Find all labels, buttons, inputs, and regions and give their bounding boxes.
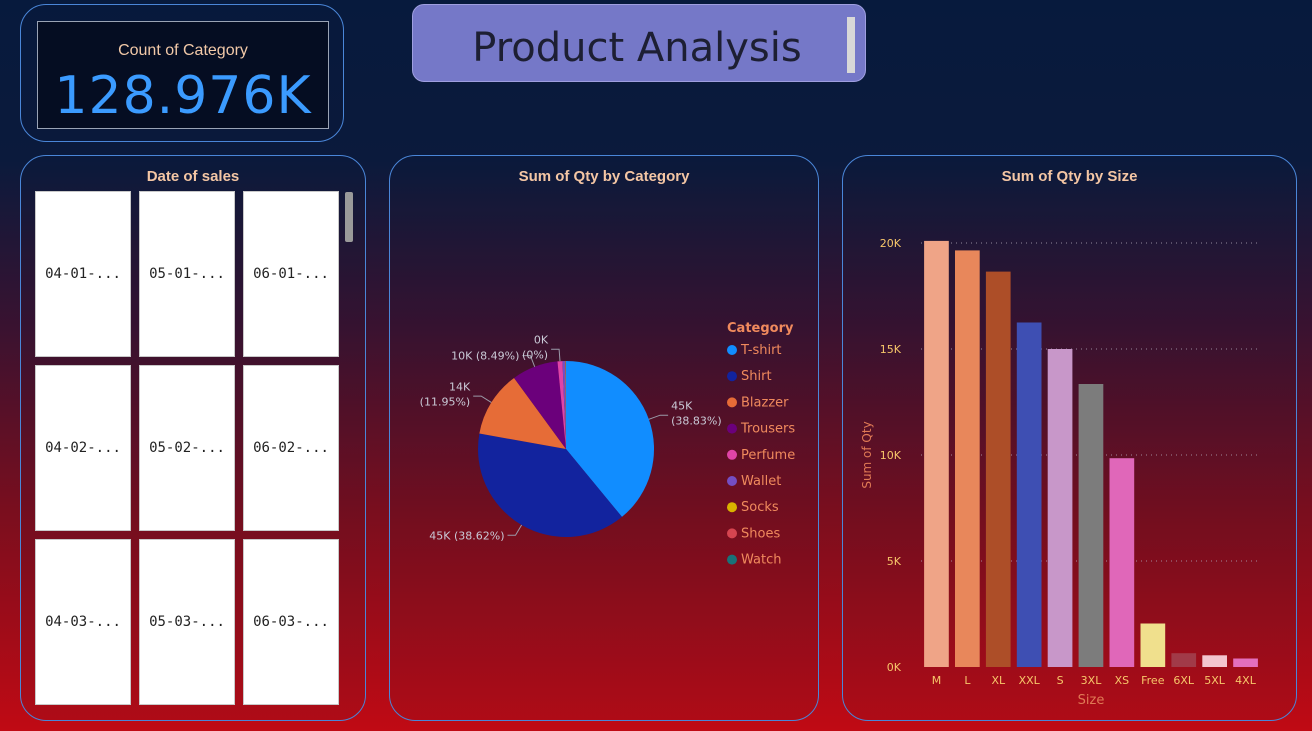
bar-4xl [1233,658,1258,667]
bar-l [955,250,980,667]
date-tile[interactable]: 05-01-... [139,191,235,357]
pie-chart: 45K (38.83%) 45K (38.62%) 14K (11.95%) 10K (8… [420,321,796,568]
kpi-frame: Count of Category 128.976K [37,21,329,129]
pie-data-label-text: (11.95%) [420,396,471,409]
date-tile-grid: 04-01-... 05-01-... 06-01-... 04-02-... … [35,191,339,707]
legend-label: Trousers [740,422,795,437]
x-tick-label: M [932,674,942,687]
bar-m [924,240,949,667]
legend-swatch [727,397,737,408]
pie-data-label-text: 45K [671,400,693,413]
x-tick-label: XL [991,674,1006,687]
legend-item-perfume: Perfume [727,448,795,463]
pie-data-label-shirt: 45K (38.62%) [429,524,523,542]
legend-label: Shirt [741,369,772,384]
kpi-value: 128.976K [54,66,312,126]
legend-swatch [727,502,737,513]
legend-item-shirt: Shirt [727,369,772,384]
x-tick-label: 4XL [1235,674,1257,687]
legend-swatch [727,476,737,486]
date-tile[interactable]: 06-03-... [243,539,339,705]
pie-legend-title: Category [727,321,794,336]
y-tick-label: 10K [880,449,902,462]
legend-swatch [727,554,737,565]
legend-label: Blazzer [741,395,789,410]
legend-label: Perfume [741,448,795,463]
pie-leader-line [551,348,561,362]
y-tick-label: 5K [887,555,902,568]
pie-leader-line [507,524,523,536]
x-tick-label: 3XL [1081,674,1103,687]
date-tile[interactable]: 06-01-... [243,191,339,357]
legend-item-blazzer: Blazzer [727,395,789,410]
kpi-label: Count of Category [118,42,248,59]
legend-item-wallet: Wallet [727,474,781,489]
pie-data-label-text: 14K [449,381,471,394]
legend-item-watch: Watch [727,553,781,568]
legend-label: Shoes [741,526,780,541]
pie-chart-card: Sum of Qty by Category 45K (38.83%) 45K (3… [389,155,819,721]
y-tick-label: 15K [880,343,902,356]
page-title: Product Analysis [472,25,802,71]
pie-data-label-blazzer: 14K (11.95%) [420,381,492,409]
legend-item-shoes: Shoes [727,526,780,541]
date-tile[interactable]: 04-03-... [35,539,131,705]
legend-swatch [727,371,737,382]
pie-data-label-text: 0K [534,334,549,347]
x-tick-label: 6XL [1173,674,1195,687]
bar-chart: 0K 5K 10K 15K 20K Sum of Qty M L XL XXL S 3XL XS Free… [860,237,1261,708]
date-slicer-card: Date of sales 04-01-... 05-01-... 06-01-… [20,155,366,721]
y-axis-label: Sum of Qty [860,421,874,488]
bar-free [1140,623,1166,667]
pie-data-label-text: (38.83%) [671,415,722,428]
date-tile[interactable]: 05-02-... [139,365,235,531]
title-scrollbar[interactable] [847,17,855,73]
bar-chart-card: Sum of Qty by Size 0K 5K 10K 15K 20K Sum of Q… [842,155,1297,721]
y-tick-label: 20K [880,237,902,250]
y-tick-label: 0K [887,661,902,674]
page-title-box: Product Analysis [412,4,866,82]
bar-xs [1109,458,1135,667]
legend-swatch [727,528,737,539]
x-tick-label: S [1057,674,1064,687]
bar-xl [985,271,1011,667]
x-tick-label: Free [1141,674,1165,687]
legend-swatch [727,345,737,355]
pie-data-label-t-shirt: 45K (38.83%) [648,400,722,428]
legend-item-trousers: Trousers [727,422,795,437]
date-tile[interactable]: 05-03-... [139,539,235,705]
kpi-card: Count of Category 128.976K [20,4,344,142]
x-tick-label: XXL [1019,674,1041,687]
legend-swatch [727,423,737,434]
legend-label: Wallet [741,474,781,489]
date-slicer-scrollbar[interactable] [345,192,353,242]
date-tile[interactable]: 06-02-... [243,365,339,531]
pie-data-label-perfume: 0K (0%) [522,334,561,362]
x-axis-label: Size [1078,693,1105,708]
bar-6xl [1171,653,1197,667]
legend-item-t-shirt: T-shirt [727,343,782,358]
bar-xxl [1016,322,1042,667]
date-tile[interactable]: 04-02-... [35,365,131,531]
legend-item-socks: Socks [727,500,779,515]
bar-3xl [1078,384,1104,667]
pie-data-label-text: 45K (38.62%) [429,529,504,542]
pie-leader-line [473,395,492,403]
legend-label: T-shirt [740,343,782,358]
legend-swatch [727,449,737,460]
x-tick-label: L [964,674,971,687]
date-slicer-title: Date of sales [146,168,240,185]
legend-label: Watch [741,553,781,568]
bar-5xl [1202,655,1227,667]
pie-data-label-text: (0%) [522,349,548,362]
pie-leader-line [648,414,669,420]
date-tile[interactable]: 04-01-... [35,191,131,357]
legend-label: Socks [741,500,779,515]
x-tick-label: 5XL [1204,674,1226,687]
x-tick-label: XS [1115,674,1130,687]
pie-data-label-text: 10K (8.49%) [451,350,519,363]
bar-s [1047,349,1073,667]
